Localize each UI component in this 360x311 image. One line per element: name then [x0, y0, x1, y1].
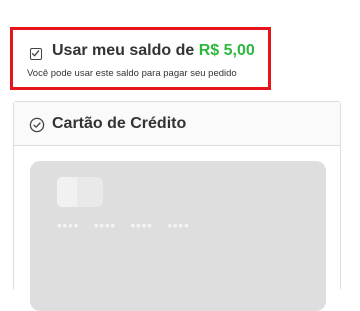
use-balance-section: Usar meu saldo de R$ 5,00 Você pode usar… [10, 27, 271, 90]
checkmark-icon [31, 50, 40, 57]
credit-card-preview: •••• •••• •••• •••• [30, 161, 326, 311]
use-balance-label-text: Usar meu saldo de [52, 42, 199, 59]
use-balance-label[interactable]: Usar meu saldo de R$ 5,00 [52, 42, 255, 60]
card-chip-icon [57, 177, 103, 207]
check-circle-icon [29, 117, 45, 133]
credit-card-body: •••• •••• •••• •••• [14, 146, 340, 311]
use-balance-checkbox[interactable] [30, 48, 42, 60]
credit-card-header[interactable]: Cartão de Crédito [14, 102, 340, 146]
card-number-mask: •••• •••• •••• •••• [57, 218, 190, 233]
credit-card-title: Cartão de Crédito [52, 115, 187, 132]
credit-card-panel: Cartão de Crédito •••• •••• •••• •••• [13, 101, 341, 311]
balance-amount: R$ 5,00 [198, 42, 255, 59]
use-balance-hint: Você pode usar este saldo para pagar seu… [27, 68, 237, 79]
